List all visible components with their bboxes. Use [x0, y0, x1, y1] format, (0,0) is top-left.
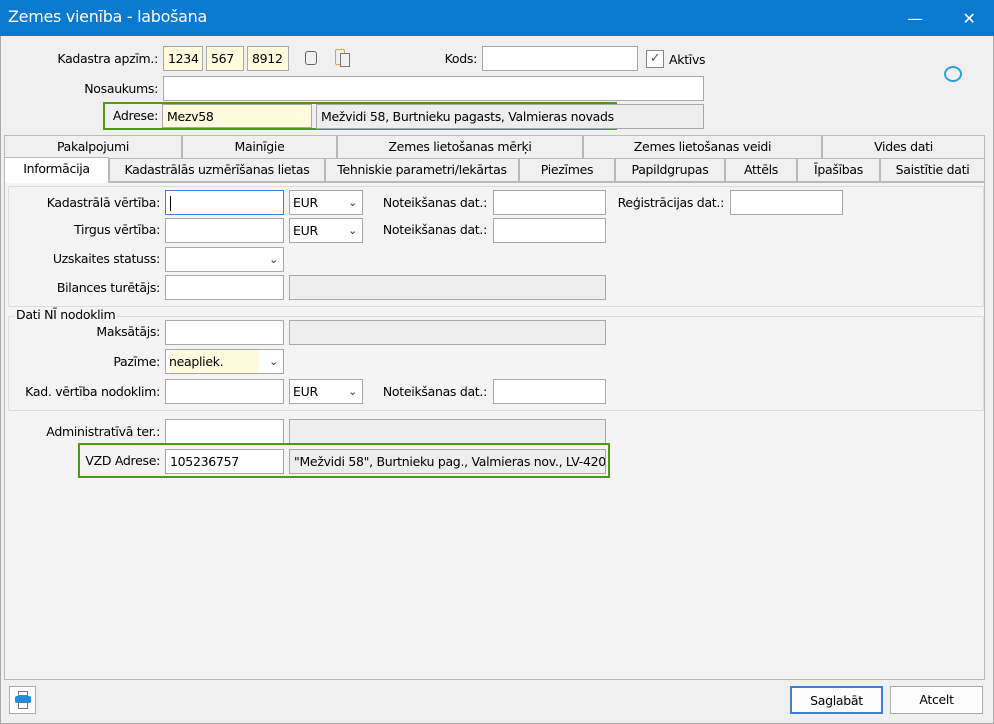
- adrese-label: Adrese:: [112, 108, 158, 123]
- noteiksanas-label-2: Noteikšanas dat.:: [382, 222, 487, 237]
- kadastra-part-1[interactable]: 1234: [163, 46, 203, 71]
- vzd-full-field: "Mežvidi 58", Burtnieku pag., Valmieras …: [289, 449, 606, 474]
- kad-vertiba-label: Kadastrālā vērtība:: [46, 195, 161, 210]
- bilances-name-field: [289, 275, 606, 300]
- tab-papildgrupas[interactable]: Papildgrupas: [615, 158, 725, 182]
- paste-icon[interactable]: [335, 49, 351, 69]
- tirgus-currency-select[interactable]: EUR ⌄: [289, 218, 363, 243]
- pazime-label: Pazīme:: [113, 354, 160, 369]
- noteiksanas-input-3[interactable]: [493, 379, 606, 404]
- kods-label: Kods:: [444, 51, 478, 66]
- tab-pakalpojumi[interactable]: Pakalpojumi: [4, 135, 182, 159]
- aktivs-checkbox[interactable]: ✓: [646, 50, 664, 68]
- tab-kadastralas-uzmerisanas[interactable]: Kadastrālās uzmērīšanas lietas: [109, 158, 325, 182]
- uzskaites-label: Uzskaites statuss:: [52, 251, 160, 266]
- maksatajs-label: Maksātājs:: [96, 324, 160, 339]
- chat-icon[interactable]: [944, 66, 962, 82]
- noteiksanas-input-1[interactable]: [493, 190, 606, 215]
- adrese-code-input[interactable]: Mezv58: [162, 104, 312, 128]
- nosaukums-label: Nosaukums:: [84, 81, 158, 96]
- kad-nodoklim-input[interactable]: [165, 379, 284, 404]
- copy-icon[interactable]: [305, 51, 317, 65]
- tab-tehniskie-parametri[interactable]: Tehniskie parametri/Iekārtas: [325, 158, 519, 182]
- tab-attels[interactable]: Attēls: [725, 158, 797, 182]
- tab-mainigie[interactable]: Mainīgie: [182, 135, 337, 159]
- window-title: Zemes vienība - labošana: [8, 7, 207, 26]
- noteiksanas-input-2[interactable]: [493, 218, 606, 243]
- chevron-down-icon: ⌄: [348, 385, 357, 398]
- tab-ipasibas[interactable]: Īpašības: [797, 158, 880, 182]
- currency-value: EUR: [293, 384, 318, 399]
- tirgus-label: Tirgus vērtība:: [74, 222, 160, 237]
- kad-nodoklim-currency-select[interactable]: EUR ⌄: [289, 379, 363, 404]
- bilances-input[interactable]: [165, 275, 284, 300]
- vzd-adrese-label: VZD Adrese:: [85, 453, 160, 468]
- tab-zemes-lietosanas-veidi[interactable]: Zemes lietošanas veidi: [583, 135, 822, 159]
- currency-value: EUR: [293, 223, 318, 238]
- currency-value: EUR: [293, 195, 318, 210]
- admin-ter-input[interactable]: [165, 419, 284, 444]
- aktivs-label: Aktīvs: [669, 52, 706, 67]
- noteiksanas-label-3: Noteikšanas dat.:: [382, 384, 487, 399]
- kad-vertiba-input[interactable]: [165, 190, 284, 215]
- title-bar: Zemes vienība - labošana — ✕: [0, 0, 994, 36]
- kadastra-part-2[interactable]: 567: [206, 46, 244, 71]
- kadastra-part-3[interactable]: 8912: [247, 46, 289, 71]
- registracijas-label: Reģistrācijas dat.:: [617, 195, 725, 210]
- admin-ter-name-field: [289, 419, 606, 444]
- minimize-button[interactable]: —: [892, 0, 938, 36]
- close-button[interactable]: ✕: [946, 0, 992, 36]
- pazime-select[interactable]: neapliek. ⌄: [165, 349, 284, 374]
- maksatajs-name-field: [289, 320, 606, 345]
- save-button[interactable]: Saglabāt: [790, 686, 883, 714]
- nosaukums-input[interactable]: [163, 76, 704, 101]
- chevron-down-icon: ⌄: [348, 196, 357, 209]
- tab-informacija[interactable]: Informācija: [4, 157, 109, 183]
- tab-saistitie-dati[interactable]: Saistītie dati: [880, 158, 985, 182]
- kods-input[interactable]: [482, 46, 638, 71]
- bilances-label: Bilances turētājs:: [56, 280, 160, 295]
- maksatajs-input[interactable]: [165, 320, 284, 345]
- pazime-value: neapliek.: [169, 350, 259, 373]
- tab-vides-dati[interactable]: Vides dati: [822, 135, 985, 159]
- kad-vertiba-currency-select[interactable]: EUR ⌄: [289, 190, 363, 215]
- noteiksanas-label-1: Noteikšanas dat.:: [382, 195, 487, 210]
- kad-nodoklim-label: Kad. vērtība nodoklim:: [25, 384, 160, 399]
- tirgus-input[interactable]: [165, 218, 284, 243]
- print-button[interactable]: [9, 686, 36, 714]
- adrese-full-field: Mežvidi 58, Burtnieku pagasts, Valmieras…: [316, 104, 704, 129]
- cancel-button[interactable]: Atcelt: [890, 686, 983, 714]
- tab-zemes-lietosanas-merki[interactable]: Zemes lietošanas mērķi: [337, 135, 583, 159]
- printer-icon: [14, 691, 31, 709]
- uzskaites-select[interactable]: ⌄: [165, 247, 284, 272]
- chevron-down-icon: ⌄: [269, 253, 278, 266]
- kadastra-label: Kadastra apzīm.:: [57, 51, 158, 66]
- admin-ter-label: Administratīvā ter.:: [46, 424, 160, 439]
- chevron-down-icon: ⌄: [269, 355, 278, 368]
- registracijas-input[interactable]: [730, 190, 843, 215]
- tab-piezimes[interactable]: Piezīmes: [519, 158, 615, 182]
- vzd-code-input[interactable]: 105236757: [165, 449, 284, 474]
- chevron-down-icon: ⌄: [348, 224, 357, 237]
